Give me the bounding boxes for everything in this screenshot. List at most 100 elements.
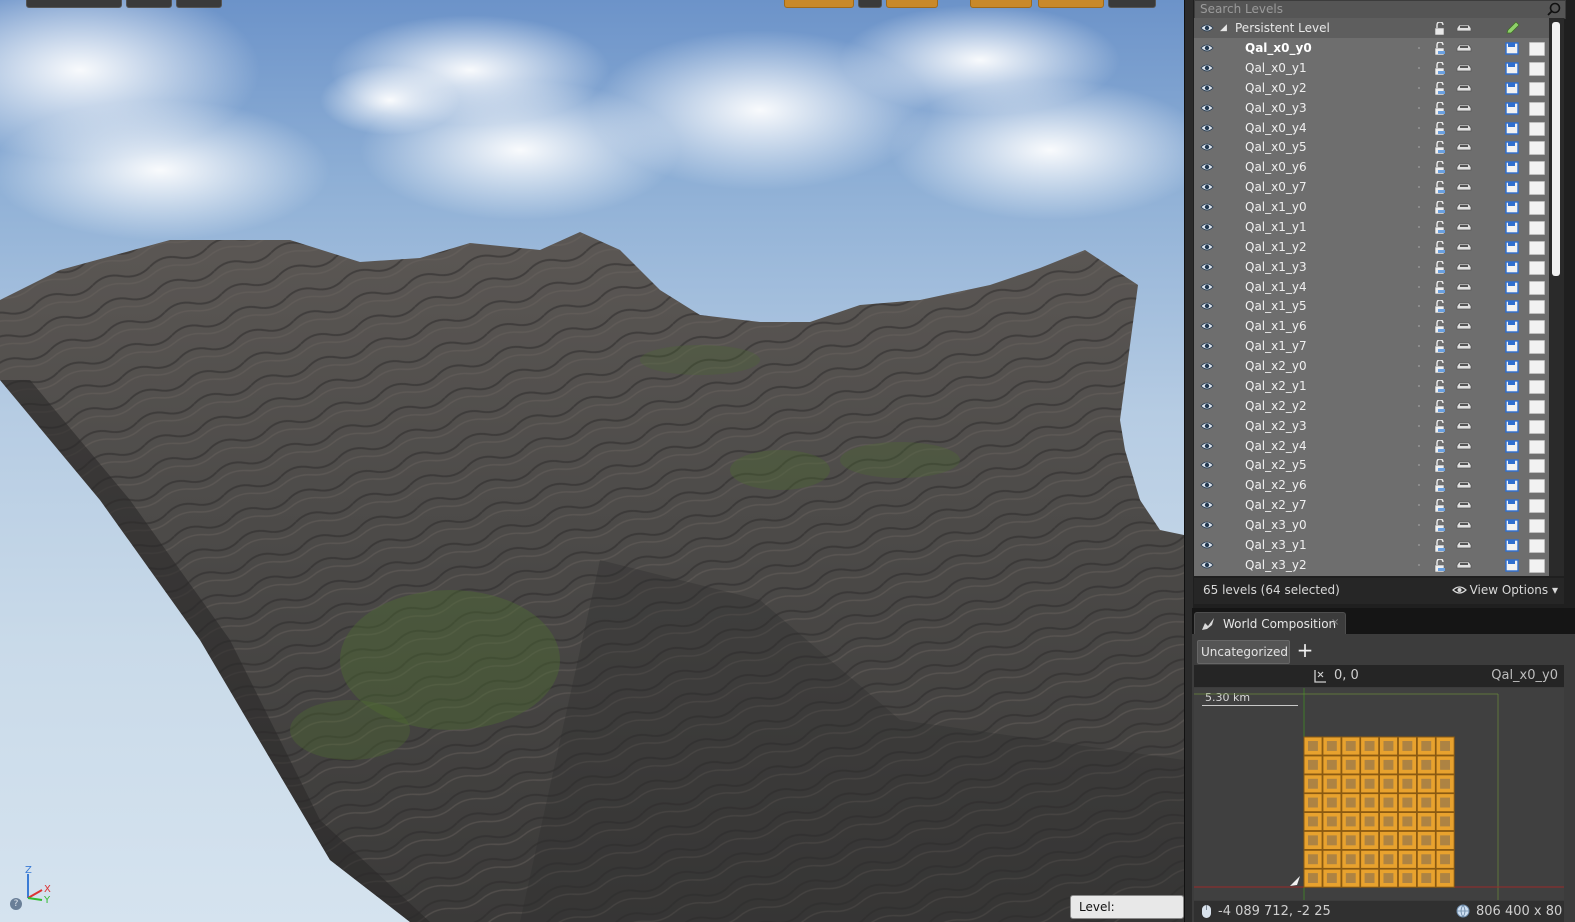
lock-icon[interactable] bbox=[1434, 419, 1448, 433]
lock-icon[interactable] bbox=[1434, 220, 1448, 234]
visibility-eye-icon[interactable] bbox=[1200, 43, 1214, 53]
lighting-scenario-icon[interactable] bbox=[1456, 162, 1472, 172]
visibility-eye-icon[interactable] bbox=[1200, 83, 1214, 93]
lock-icon[interactable] bbox=[1434, 539, 1448, 552]
viewport-toolbar-button[interactable] bbox=[1108, 0, 1156, 8]
visibility-eye-icon[interactable] bbox=[1200, 162, 1214, 172]
level-color-swatch[interactable] bbox=[1529, 121, 1545, 136]
visibility-eye-icon[interactable] bbox=[1200, 301, 1214, 311]
save-level-icon[interactable] bbox=[1505, 459, 1519, 473]
lighting-scenario-icon[interactable] bbox=[1456, 361, 1472, 371]
lock-icon[interactable] bbox=[1434, 22, 1448, 35]
level-color-swatch[interactable] bbox=[1529, 101, 1545, 116]
save-level-icon[interactable] bbox=[1505, 221, 1519, 234]
visibility-eye-icon[interactable] bbox=[1200, 242, 1214, 252]
level-row[interactable]: Qal_x1_y7 bbox=[1194, 336, 1549, 356]
lock-icon[interactable] bbox=[1434, 320, 1448, 334]
lighting-scenario-icon[interactable] bbox=[1456, 142, 1472, 152]
viewport-toolbar-button[interactable] bbox=[176, 0, 222, 8]
lighting-scenario-icon[interactable] bbox=[1456, 222, 1472, 232]
lock-icon[interactable] bbox=[1434, 459, 1448, 473]
save-level-icon[interactable] bbox=[1505, 42, 1519, 55]
visibility-eye-icon[interactable] bbox=[1200, 23, 1214, 33]
search-icon[interactable] bbox=[1547, 2, 1561, 16]
level-color-swatch[interactable] bbox=[1529, 419, 1545, 434]
save-level-icon[interactable] bbox=[1505, 539, 1519, 552]
lock-icon[interactable] bbox=[1434, 141, 1448, 155]
lighting-scenario-icon[interactable] bbox=[1456, 282, 1472, 292]
level-row[interactable]: Qal_x1_y1 bbox=[1194, 217, 1549, 237]
lighting-scenario-icon[interactable] bbox=[1456, 23, 1472, 33]
save-level-icon[interactable] bbox=[1505, 559, 1519, 572]
lighting-scenario-icon[interactable] bbox=[1456, 401, 1472, 411]
lock-icon[interactable] bbox=[1434, 121, 1448, 135]
level-row[interactable]: Qal_x0_y4 bbox=[1194, 118, 1549, 138]
lighting-scenario-icon[interactable] bbox=[1456, 182, 1472, 192]
level-row[interactable]: Qal_x1_y4 bbox=[1194, 277, 1549, 297]
level-row[interactable]: Qal_x2_y0 bbox=[1194, 356, 1549, 376]
visibility-eye-icon[interactable] bbox=[1200, 123, 1214, 133]
visibility-eye-icon[interactable] bbox=[1200, 560, 1214, 570]
lock-icon[interactable] bbox=[1434, 42, 1448, 55]
snap-toggle-button[interactable] bbox=[784, 0, 854, 8]
level-row[interactable]: Qal_x0_y1 bbox=[1194, 58, 1549, 78]
save-level-icon[interactable] bbox=[1505, 260, 1519, 274]
lighting-scenario-icon[interactable] bbox=[1456, 500, 1472, 510]
snap-toggle-button[interactable] bbox=[1038, 0, 1104, 8]
level-row[interactable]: Qal_x0_y3 bbox=[1194, 98, 1549, 118]
lock-icon[interactable] bbox=[1434, 280, 1448, 294]
level-color-swatch[interactable] bbox=[1529, 161, 1545, 176]
lock-icon[interactable] bbox=[1434, 499, 1448, 513]
lighting-scenario-icon[interactable] bbox=[1456, 480, 1472, 490]
level-row[interactable]: Qal_x3_y1 bbox=[1194, 535, 1549, 555]
viewport-toolbar-button[interactable] bbox=[858, 0, 882, 8]
level-color-swatch[interactable] bbox=[1529, 181, 1545, 196]
lighting-scenario-icon[interactable] bbox=[1456, 202, 1472, 212]
visibility-eye-icon[interactable] bbox=[1200, 361, 1214, 371]
view-options-button[interactable]: View Options ▾ bbox=[1451, 583, 1558, 597]
level-row[interactable]: Qal_x2_y5 bbox=[1194, 455, 1549, 475]
visibility-eye-icon[interactable] bbox=[1200, 262, 1214, 272]
visibility-eye-icon[interactable] bbox=[1200, 480, 1214, 490]
visibility-eye-icon[interactable] bbox=[1200, 103, 1214, 113]
level-row[interactable]: Qal_x0_y0 bbox=[1194, 38, 1549, 58]
close-tab-icon[interactable]: × bbox=[1331, 617, 1339, 628]
edit-pencil-icon[interactable] bbox=[1505, 21, 1520, 35]
level-color-swatch[interactable] bbox=[1529, 539, 1545, 553]
level-color-swatch[interactable] bbox=[1529, 61, 1545, 76]
save-level-icon[interactable] bbox=[1505, 241, 1519, 254]
level-row[interactable]: Qal_x1_y2 bbox=[1194, 237, 1549, 257]
lighting-scenario-icon[interactable] bbox=[1456, 560, 1472, 570]
search-levels-input[interactable]: Search Levels bbox=[1194, 0, 1566, 19]
lock-icon[interactable] bbox=[1434, 240, 1448, 254]
visibility-eye-icon[interactable] bbox=[1200, 142, 1214, 152]
layer-uncategorized-button[interactable]: Uncategorized bbox=[1197, 640, 1290, 664]
level-row[interactable]: Qal_x2_y1 bbox=[1194, 376, 1549, 396]
lock-icon[interactable] bbox=[1434, 340, 1448, 354]
save-level-icon[interactable] bbox=[1505, 439, 1519, 453]
save-level-icon[interactable] bbox=[1505, 280, 1519, 294]
level-row[interactable]: Qal_x1_y5 bbox=[1194, 296, 1549, 316]
level-color-swatch[interactable] bbox=[1529, 499, 1545, 514]
lighting-scenario-icon[interactable] bbox=[1456, 43, 1472, 53]
level-row[interactable]: Qal_x3_y0 bbox=[1194, 515, 1549, 535]
lock-icon[interactable] bbox=[1434, 201, 1448, 215]
visibility-eye-icon[interactable] bbox=[1200, 282, 1214, 292]
level-row[interactable]: Qal_x2_y2 bbox=[1194, 396, 1549, 416]
level-color-swatch[interactable] bbox=[1529, 399, 1545, 414]
tab-world-composition[interactable]: World Composition × bbox=[1194, 612, 1346, 635]
lock-icon[interactable] bbox=[1434, 181, 1448, 195]
lighting-scenario-icon[interactable] bbox=[1456, 441, 1472, 451]
viewport-toolbar-button[interactable] bbox=[126, 0, 172, 8]
visibility-eye-icon[interactable] bbox=[1200, 381, 1214, 391]
level-row[interactable]: Qal_x2_y3 bbox=[1194, 416, 1549, 436]
lighting-scenario-icon[interactable] bbox=[1456, 381, 1472, 391]
save-level-icon[interactable] bbox=[1505, 141, 1519, 155]
persistent-level-row[interactable]: ◢ Persistent Level bbox=[1194, 18, 1549, 38]
save-level-icon[interactable] bbox=[1505, 320, 1519, 334]
world-composition-map[interactable]: 5.30 km bbox=[1194, 688, 1564, 900]
save-level-icon[interactable] bbox=[1505, 101, 1519, 115]
level-row[interactable]: Qal_x2_y4 bbox=[1194, 436, 1549, 456]
visibility-eye-icon[interactable] bbox=[1200, 421, 1214, 431]
level-color-swatch[interactable] bbox=[1529, 280, 1545, 295]
